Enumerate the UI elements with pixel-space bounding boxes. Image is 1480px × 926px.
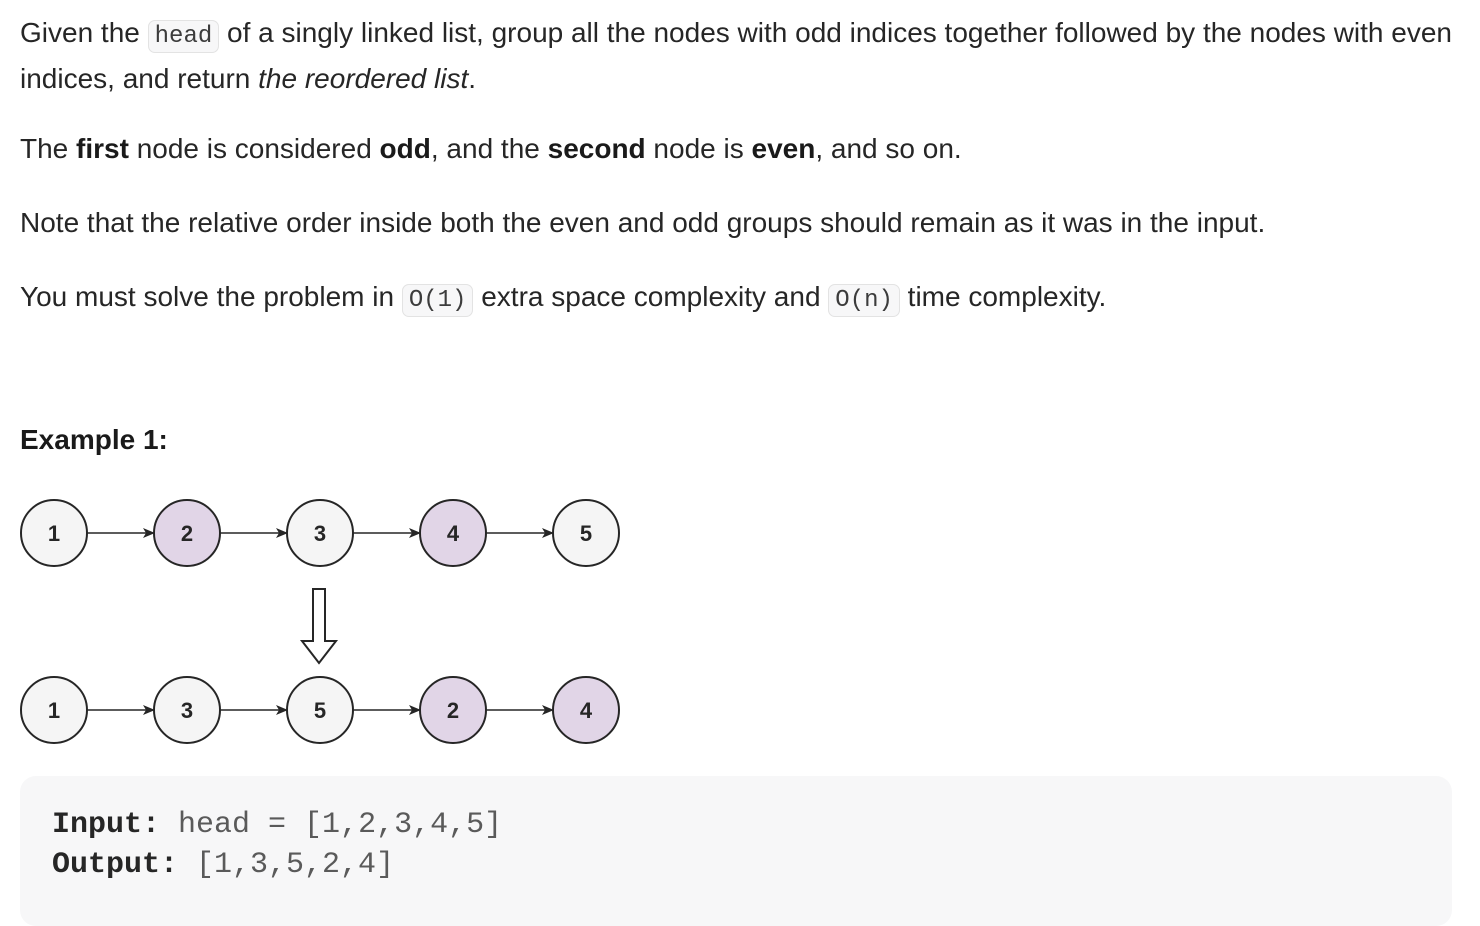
- inline-code-head: head: [147, 20, 220, 53]
- example-io-block: Input: head = [1,2,3,4,5] Output: [1,3,5…: [20, 776, 1452, 926]
- example-input-line: Input: head = [1,2,3,4,5]: [52, 808, 502, 842]
- text: node is: [645, 133, 752, 164]
- list-node-value: 2: [181, 521, 193, 546]
- problem-page: Given the head of a singly linked list, …: [0, 0, 1480, 926]
- text: You must solve the problem in: [20, 281, 402, 312]
- bold-text: even: [751, 133, 816, 164]
- list-node-value: 1: [48, 698, 60, 723]
- text: extra space complexity and: [473, 281, 829, 312]
- list-node-value: 5: [580, 521, 592, 546]
- text: , and the: [430, 133, 548, 164]
- list-node-value: 5: [314, 698, 326, 723]
- description-paragraph-1: Given the head of a singly linked list, …: [20, 12, 1460, 100]
- list-node-value: 4: [580, 698, 593, 723]
- list-node-value: 3: [181, 698, 193, 723]
- description-paragraph-3: Note that the relative order inside both…: [20, 207, 1266, 238]
- bold-text: odd: [379, 133, 431, 164]
- list-node-value: 1: [48, 521, 60, 546]
- output-value: [1,3,5,2,4]: [178, 848, 395, 882]
- list-node-value: 4: [447, 521, 460, 546]
- down-arrow-icon: [299, 588, 339, 665]
- emphasis-text: the reordered list: [258, 63, 469, 94]
- text: node is considered: [128, 133, 380, 164]
- bold-text: second: [547, 133, 646, 164]
- text: Given the: [20, 17, 148, 48]
- text: The: [20, 133, 77, 164]
- text: of a singly linked list, group all the n…: [20, 17, 1453, 94]
- linked-list-diagram: 1 2 3 4 5 1 3 5 2 4: [20, 499, 620, 744]
- description-paragraph-4: You must solve the problem in O(1) extra…: [20, 276, 1460, 322]
- text: .: [468, 63, 477, 94]
- text: time complexity.: [899, 281, 1107, 312]
- list-node-value: 2: [447, 698, 459, 723]
- input-list-row: 1 2 3 4 5: [20, 499, 620, 567]
- list-node-value: 3: [314, 521, 326, 546]
- example-title: Example 1:: [20, 424, 168, 455]
- text: , and so on.: [815, 133, 962, 164]
- inline-code-time: O(n): [828, 284, 900, 317]
- inline-code-space: O(1): [401, 284, 474, 317]
- output-label: Output:: [52, 848, 179, 882]
- input-label: Input:: [52, 808, 161, 842]
- input-value: head = [1,2,3,4,5]: [160, 808, 503, 842]
- example-output-line: Output: [1,3,5,2,4]: [52, 848, 394, 882]
- output-list-row: 1 3 5 2 4: [20, 676, 620, 744]
- bold-text: first: [76, 133, 129, 164]
- description-paragraph-2: The first node is considered odd, and th…: [20, 128, 1460, 170]
